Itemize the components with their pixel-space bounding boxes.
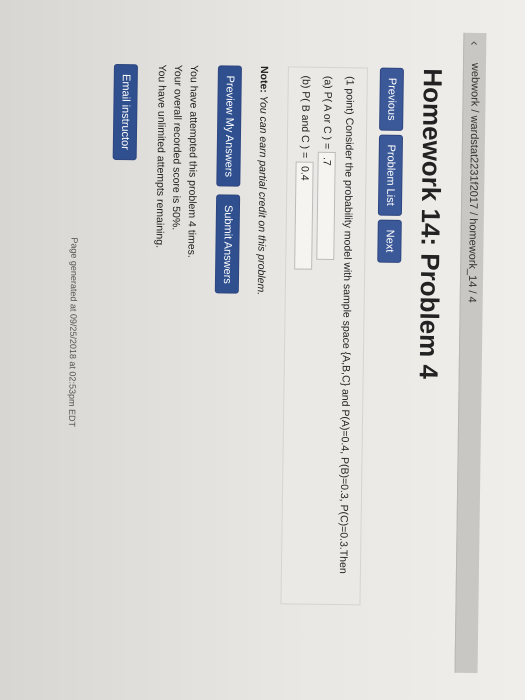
note-label: Note: (257, 65, 270, 93)
problem-navigation: Previous Problem List Next (377, 67, 404, 263)
answer-actions: Preview My Answers Submit Answers (214, 65, 242, 295)
part-a-label: (a) P( A or C ) = (320, 75, 334, 150)
back-chevron-icon[interactable]: ‹ (467, 41, 483, 46)
next-button[interactable]: Next (377, 219, 402, 263)
part-b-label: (b) P( B and C ) = (298, 75, 312, 159)
note-text: You can earn partial credit on this prob… (254, 95, 270, 296)
partial-credit-note: Note: You can earn partial credit on thi… (255, 66, 270, 295)
attempts-line: You have attempted this problem 4 times. (185, 64, 200, 258)
page-footer: Page generated at 09/25/2018 at 02:53pm … (66, 237, 80, 428)
top-bar: ‹ webwork / wardstat2231f2017 / homework… (454, 32, 487, 674)
problem-list-button[interactable]: Problem List (377, 134, 404, 216)
attempt-status: You have attempted this problem 4 times.… (151, 64, 202, 257)
previous-button[interactable]: Previous (379, 67, 404, 131)
preview-answers-button[interactable]: Preview My Answers (216, 65, 242, 188)
breadcrumb[interactable]: webwork / wardstat2231f2017 / homework_1… (466, 63, 481, 303)
score-line: Your overall recorded score is 50%. (169, 64, 184, 231)
email-instructor-button[interactable]: Email instructor (112, 63, 138, 161)
photo-of-screen: ‹ webwork / wardstat2231f2017 / homework… (0, 0, 525, 700)
webwork-page: ‹ webwork / wardstat2231f2017 / homework… (38, 27, 487, 674)
part-b-answer-input[interactable]: 0.4 (293, 160, 314, 270)
page-title: Homework 14: Problem 4 (413, 68, 448, 380)
submit-answers-button[interactable]: Submit Answers (214, 194, 241, 295)
part-a-answer-input[interactable]: .7 (316, 151, 336, 261)
remaining-line: You have unlimited attempts remaining. (153, 64, 168, 249)
problem-box: (1 point) Consider the probability model… (280, 66, 368, 606)
